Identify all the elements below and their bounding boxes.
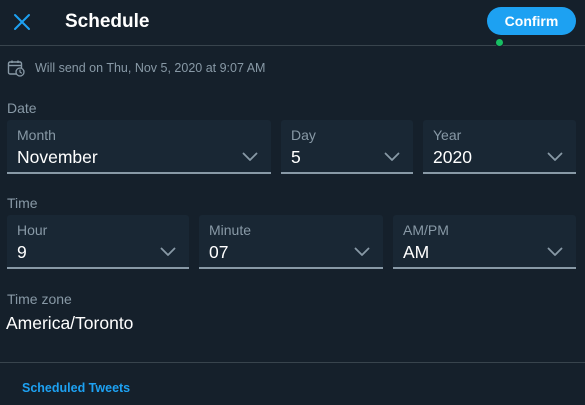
timezone-section-label: Time zone xyxy=(7,291,72,307)
chevron-down-icon xyxy=(241,150,259,164)
month-select[interactable]: Month November xyxy=(7,120,271,174)
month-label: Month xyxy=(17,127,56,143)
status-indicator-dot xyxy=(495,38,504,47)
month-value: November xyxy=(17,147,98,167)
close-button[interactable] xyxy=(8,8,36,36)
close-icon xyxy=(14,14,30,30)
chevron-down-icon xyxy=(159,245,177,259)
confirm-button[interactable]: Confirm xyxy=(487,7,576,35)
day-select[interactable]: Day 5 xyxy=(281,120,413,174)
footer-divider xyxy=(0,362,585,363)
minute-value: 07 xyxy=(209,242,229,262)
time-section-label: Time xyxy=(7,195,38,211)
calendar-clock-icon xyxy=(7,59,25,77)
ampm-label: AM/PM xyxy=(403,222,449,238)
year-select[interactable]: Year 2020 xyxy=(423,120,576,174)
chevron-down-icon xyxy=(546,150,564,164)
timezone-value: America/Toronto xyxy=(6,313,134,333)
chevron-down-icon xyxy=(383,150,401,164)
ampm-select[interactable]: AM/PM AM xyxy=(393,215,576,269)
day-label: Day xyxy=(291,127,316,143)
minute-select[interactable]: Minute 07 xyxy=(199,215,383,269)
hour-label: Hour xyxy=(17,222,48,238)
send-time-summary: Will send on Thu, Nov 5, 2020 at 9:07 AM xyxy=(7,59,265,77)
will-send-text: Will send on Thu, Nov 5, 2020 at 9:07 AM xyxy=(35,61,266,75)
year-value: 2020 xyxy=(433,147,472,167)
minute-label: Minute xyxy=(209,222,252,238)
hour-select[interactable]: Hour 9 xyxy=(7,215,189,269)
day-value: 5 xyxy=(291,147,301,167)
scheduled-tweets-link[interactable]: Scheduled Tweets xyxy=(22,380,130,396)
chevron-down-icon xyxy=(546,245,564,259)
date-section-label: Date xyxy=(7,100,37,116)
chevron-down-icon xyxy=(353,245,371,259)
year-label: Year xyxy=(433,127,462,143)
ampm-value: AM xyxy=(403,242,430,262)
hour-value: 9 xyxy=(17,242,27,262)
page-title: Schedule xyxy=(65,11,150,32)
